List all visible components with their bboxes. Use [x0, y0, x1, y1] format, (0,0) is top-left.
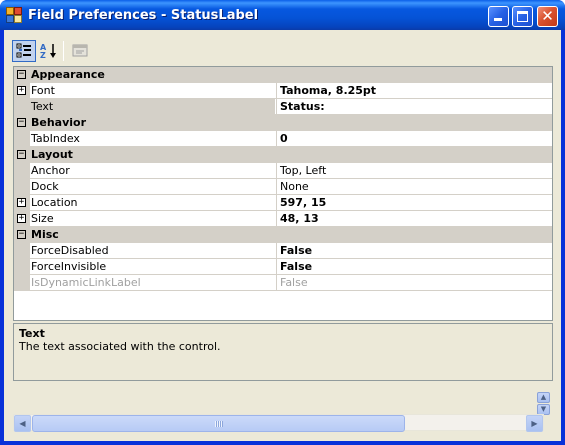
property-row[interactable]: ForceDisabled False [14, 243, 552, 259]
property-pages-icon [72, 44, 88, 57]
property-name: ForceInvisible [31, 260, 107, 273]
toolbar-separator [63, 41, 64, 61]
property-name: Anchor [31, 164, 70, 177]
category-row[interactable]: − Appearance [14, 67, 552, 83]
property-value[interactable]: 0 [276, 131, 552, 146]
property-row[interactable]: Dock None [14, 179, 552, 195]
row-margin [14, 99, 30, 115]
row-margin [14, 243, 30, 259]
scroll-left-button[interactable]: ◀ [14, 415, 31, 432]
help-pane: Text The text associated with the contro… [13, 323, 553, 381]
expand-icon[interactable]: + [17, 198, 26, 207]
scrollbar-thumb[interactable] [32, 415, 405, 432]
property-row[interactable]: TabIndex 0 [14, 131, 552, 147]
window-client-area: A Z − Appearance + Font Tahoma, 8.25pt Text St… [4, 30, 561, 441]
property-name: Location [31, 196, 78, 209]
property-row[interactable]: + Size 48, 13 [14, 211, 552, 227]
property-grid[interactable]: − Appearance + Font Tahoma, 8.25pt Text Status… [13, 66, 553, 321]
property-name: Dock [31, 180, 59, 193]
scroll-right-button[interactable]: ▶ [526, 415, 543, 432]
property-row[interactable]: + Location 597, 15 [14, 195, 552, 211]
property-row[interactable]: Text Status: [14, 99, 552, 115]
property-value[interactable]: 597, 15 [276, 195, 552, 210]
alphabetical-button[interactable]: A Z [37, 40, 61, 62]
row-margin [14, 275, 30, 291]
category-label: Behavior [31, 116, 87, 129]
grip-icon [214, 421, 223, 427]
close-icon: ✕ [541, 7, 554, 25]
property-name: Text [30, 99, 275, 114]
row-margin [14, 259, 30, 275]
row-margin [14, 179, 30, 195]
horizontal-scrollbar[interactable]: ◀ ▶ [13, 414, 544, 432]
chevron-down-icon: ▼ [540, 405, 547, 413]
row-margin [14, 131, 30, 147]
property-name: IsDynamicLinkLabel [31, 276, 141, 289]
property-value[interactable]: None [276, 179, 552, 194]
category-row[interactable]: − Behavior [14, 115, 552, 131]
minimize-button[interactable] [488, 6, 509, 27]
property-row[interactable]: Anchor Top, Left [14, 163, 552, 179]
arrow-left-icon: ◀ [19, 419, 26, 428]
collapse-icon[interactable]: − [17, 70, 26, 79]
expand-icon[interactable]: + [17, 86, 26, 95]
property-value[interactable]: 48, 13 [276, 211, 552, 226]
help-title: Text [19, 327, 45, 340]
title-bar[interactable]: Field Preferences - StatusLabel ✕ [0, 0, 565, 30]
chevron-up-icon: ▲ [540, 393, 547, 401]
property-value[interactable]: Top, Left [276, 163, 552, 178]
property-name: Font [31, 84, 55, 97]
categorized-view-icon [16, 43, 31, 58]
window-title: Field Preferences - StatusLabel [28, 8, 259, 23]
row-margin [14, 163, 30, 179]
collapse-icon[interactable]: − [17, 118, 26, 127]
property-row[interactable]: IsDynamicLinkLabel False [14, 275, 552, 291]
property-value[interactable]: False [276, 243, 552, 258]
arrow-right-icon: ▶ [531, 419, 538, 428]
property-value[interactable]: False [276, 259, 552, 274]
alphabetical-sort-icon: A Z [40, 43, 56, 59]
application-window: Field Preferences - StatusLabel ✕ A Z − … [0, 0, 565, 445]
scroll-up-button[interactable]: ▲ [537, 392, 550, 403]
minimize-icon [494, 18, 502, 21]
category-label: Layout [31, 148, 73, 161]
help-description: The text associated with the control. [19, 340, 221, 353]
category-row[interactable]: − Layout [14, 147, 552, 163]
close-button[interactable]: ✕ [537, 6, 558, 27]
svg-text:Z: Z [40, 51, 46, 59]
categorized-button[interactable] [12, 40, 36, 62]
property-name: ForceDisabled [31, 244, 109, 257]
property-value[interactable]: Tahoma, 8.25pt [276, 83, 552, 98]
category-label: Appearance [31, 68, 105, 81]
property-pages-button[interactable] [68, 40, 92, 62]
app-icon[interactable] [6, 7, 22, 23]
category-row[interactable]: − Misc [14, 227, 552, 243]
property-value[interactable]: False [276, 275, 552, 290]
property-row[interactable]: ForceInvisible False [14, 259, 552, 275]
expand-icon[interactable]: + [17, 214, 26, 223]
property-row[interactable]: + Font Tahoma, 8.25pt [14, 83, 552, 99]
category-label: Misc [31, 228, 59, 241]
collapse-icon[interactable]: − [17, 230, 26, 239]
collapse-icon[interactable]: − [17, 150, 26, 159]
property-value[interactable]: Status: [276, 99, 552, 114]
property-name: Size [31, 212, 54, 225]
maximize-button[interactable] [512, 6, 533, 27]
maximize-icon [517, 11, 528, 22]
property-name: TabIndex [31, 132, 80, 145]
